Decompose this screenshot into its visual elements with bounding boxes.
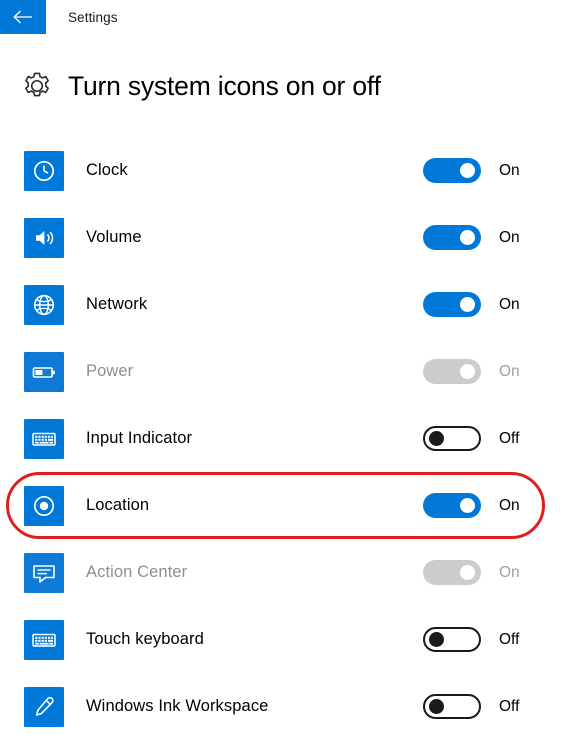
system-icon-row: Input Indicator Off [0,405,563,472]
toggle-group: On [423,225,563,250]
toggle-knob [460,297,475,312]
system-icon-label: Power [86,362,134,380]
toggle-knob [460,230,475,245]
system-icon-label: Clock [86,161,128,179]
toggle-state-label: On [499,496,520,514]
keyboard-icon [24,418,64,459]
toggle-group: On [423,158,563,183]
gear-icon [22,71,52,101]
system-icon-label: Location [86,496,150,514]
system-icon-label: Action Center [86,563,188,581]
toggle-state-label: On [499,228,520,246]
system-icon-toggle[interactable] [423,292,481,317]
toggle-knob [460,364,475,379]
system-icon-toggle[interactable] [423,158,481,183]
toggle-knob [429,699,444,714]
system-icon-row: Action Center On [0,539,563,606]
system-icon-row: Volume On [0,204,563,271]
system-icon-label: Windows Ink Workspace [86,697,269,715]
window-title: Settings [68,9,118,25]
system-icon-row: Touch keyboard Off [0,606,563,673]
toggle-knob [429,632,444,647]
toggle-state-label: On [499,161,520,179]
system-icon-row: Location On [0,472,563,539]
toggle-group: Off [423,627,563,652]
title-bar: Settings [0,0,563,35]
toggle-state-label: Off [499,429,520,447]
system-icon-row: Clock On [0,137,563,204]
system-icon-label: Touch keyboard [86,630,204,648]
back-arrow-icon [13,10,32,24]
toggle-state-label: Off [499,630,520,648]
toggle-knob [460,163,475,178]
system-icon-toggle [423,560,481,585]
toggle-group: On [423,493,563,518]
pen-icon [24,686,64,727]
page-title: Turn system icons on or off [68,70,381,101]
clock-icon [24,150,64,191]
toggle-group: On [423,292,563,317]
action-center-icon [24,552,64,593]
system-icon-toggle[interactable] [423,225,481,250]
touch-keyboard-icon [24,619,64,660]
toggle-group: On [423,359,563,384]
system-icon-toggle[interactable] [423,694,481,719]
toggle-state-label: On [499,563,520,581]
toggle-group: On [423,560,563,585]
back-button[interactable] [0,0,46,34]
system-icons-list: Clock On Volume On Network On Power On I… [0,123,563,740]
system-icon-row: Power On [0,338,563,405]
system-icon-toggle[interactable] [423,493,481,518]
toggle-state-label: On [499,295,520,313]
system-icon-label: Volume [86,228,142,246]
toggle-group: Off [423,426,563,451]
toggle-knob [429,431,444,446]
system-icon-toggle[interactable] [423,426,481,451]
system-icon-label: Input Indicator [86,429,193,447]
location-icon [24,485,64,526]
toggle-group: Off [423,694,563,719]
system-icon-row: Windows Ink Workspace Off [0,673,563,740]
system-icon-toggle [423,359,481,384]
battery-icon [24,351,64,392]
page-header: Turn system icons on or off [0,35,563,123]
system-icon-toggle[interactable] [423,627,481,652]
toggle-state-label: Off [499,697,520,715]
toggle-knob [460,565,475,580]
volume-icon [24,217,64,258]
globe-icon [24,284,64,325]
system-icon-label: Network [86,295,148,313]
toggle-knob [460,498,475,513]
toggle-state-label: On [499,362,520,380]
system-icon-row: Network On [0,271,563,338]
